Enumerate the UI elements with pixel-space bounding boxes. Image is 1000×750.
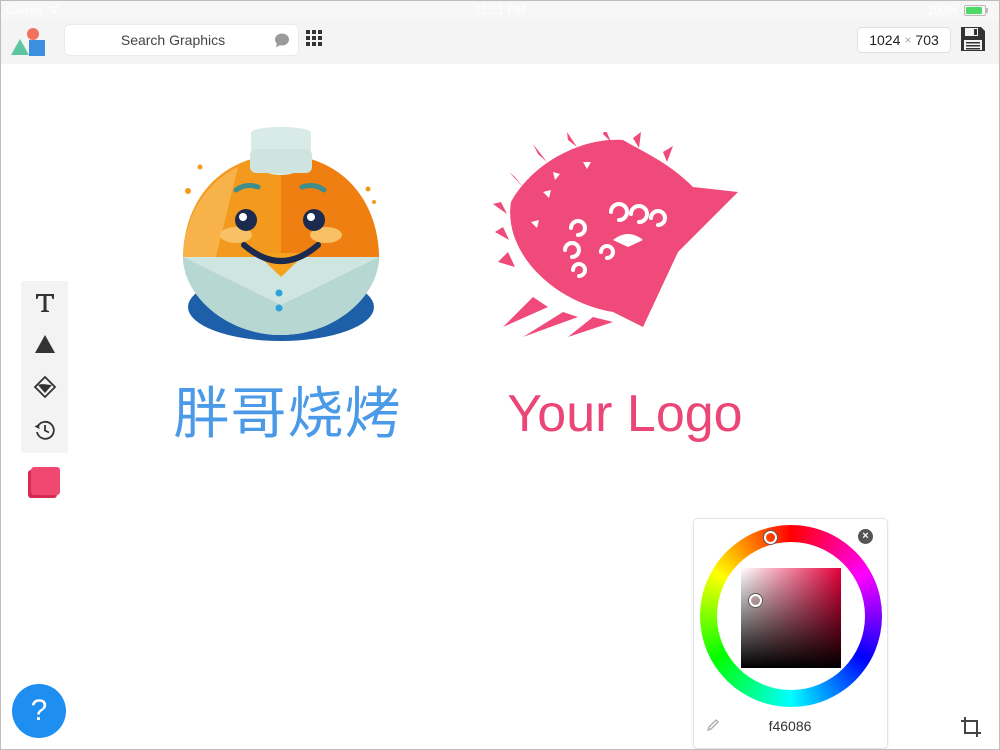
clock: 11:01 PM bbox=[474, 3, 526, 17]
search-placeholder: Search Graphics bbox=[120, 32, 226, 48]
app-logo-icon[interactable] bbox=[10, 25, 48, 59]
help-button[interactable]: ? bbox=[12, 684, 66, 738]
battery-status: 100% bbox=[927, 3, 988, 17]
canvas-height: 703 bbox=[915, 32, 939, 48]
top-toolbar: Search Graphics 1024 × 703 bbox=[0, 20, 1000, 64]
tool-palette bbox=[21, 281, 68, 453]
history-icon bbox=[34, 420, 55, 440]
apps-grid-icon[interactable] bbox=[306, 30, 323, 47]
color-picker-panel: × f46086 bbox=[694, 519, 887, 748]
search-graphics-field[interactable]: Search Graphics bbox=[65, 25, 298, 55]
text-icon bbox=[35, 294, 54, 312]
history-tool-button[interactable] bbox=[21, 410, 68, 450]
battery-percent: 100% bbox=[927, 3, 958, 17]
hue-handle[interactable] bbox=[764, 531, 777, 544]
status-bar: Carrier 11:01 PM 100% bbox=[0, 0, 1000, 20]
fill-tool-button[interactable] bbox=[21, 367, 68, 407]
canvas-size-field[interactable]: 1024 × 703 bbox=[858, 28, 950, 52]
pencil-icon[interactable] bbox=[706, 718, 720, 732]
battery-icon bbox=[964, 4, 988, 16]
hex-color-value[interactable]: f46086 bbox=[734, 718, 846, 734]
canvas-width: 1024 bbox=[869, 32, 901, 48]
chef-mascot-graphic[interactable] bbox=[176, 127, 386, 342]
speech-bubble-icon[interactable] bbox=[274, 33, 290, 48]
close-icon[interactable]: × bbox=[858, 529, 873, 544]
saturation-value-square[interactable] bbox=[741, 568, 841, 668]
paint-bucket-icon bbox=[33, 375, 56, 399]
chef-logo-text[interactable]: 胖哥烧烤 bbox=[165, 380, 410, 450]
save-floppy-icon[interactable] bbox=[960, 26, 986, 52]
text-tool-button[interactable] bbox=[21, 282, 68, 322]
color-swatch-button[interactable] bbox=[28, 467, 60, 498]
triangle-icon bbox=[34, 335, 55, 353]
fan-logo-text[interactable]: Your Logo bbox=[505, 382, 745, 446]
shape-tool-button[interactable] bbox=[21, 324, 68, 364]
crop-icon[interactable] bbox=[960, 716, 982, 738]
saturation-handle[interactable] bbox=[749, 594, 762, 607]
size-separator: × bbox=[904, 33, 912, 47]
paper-cut-fan-graphic[interactable] bbox=[493, 132, 738, 337]
